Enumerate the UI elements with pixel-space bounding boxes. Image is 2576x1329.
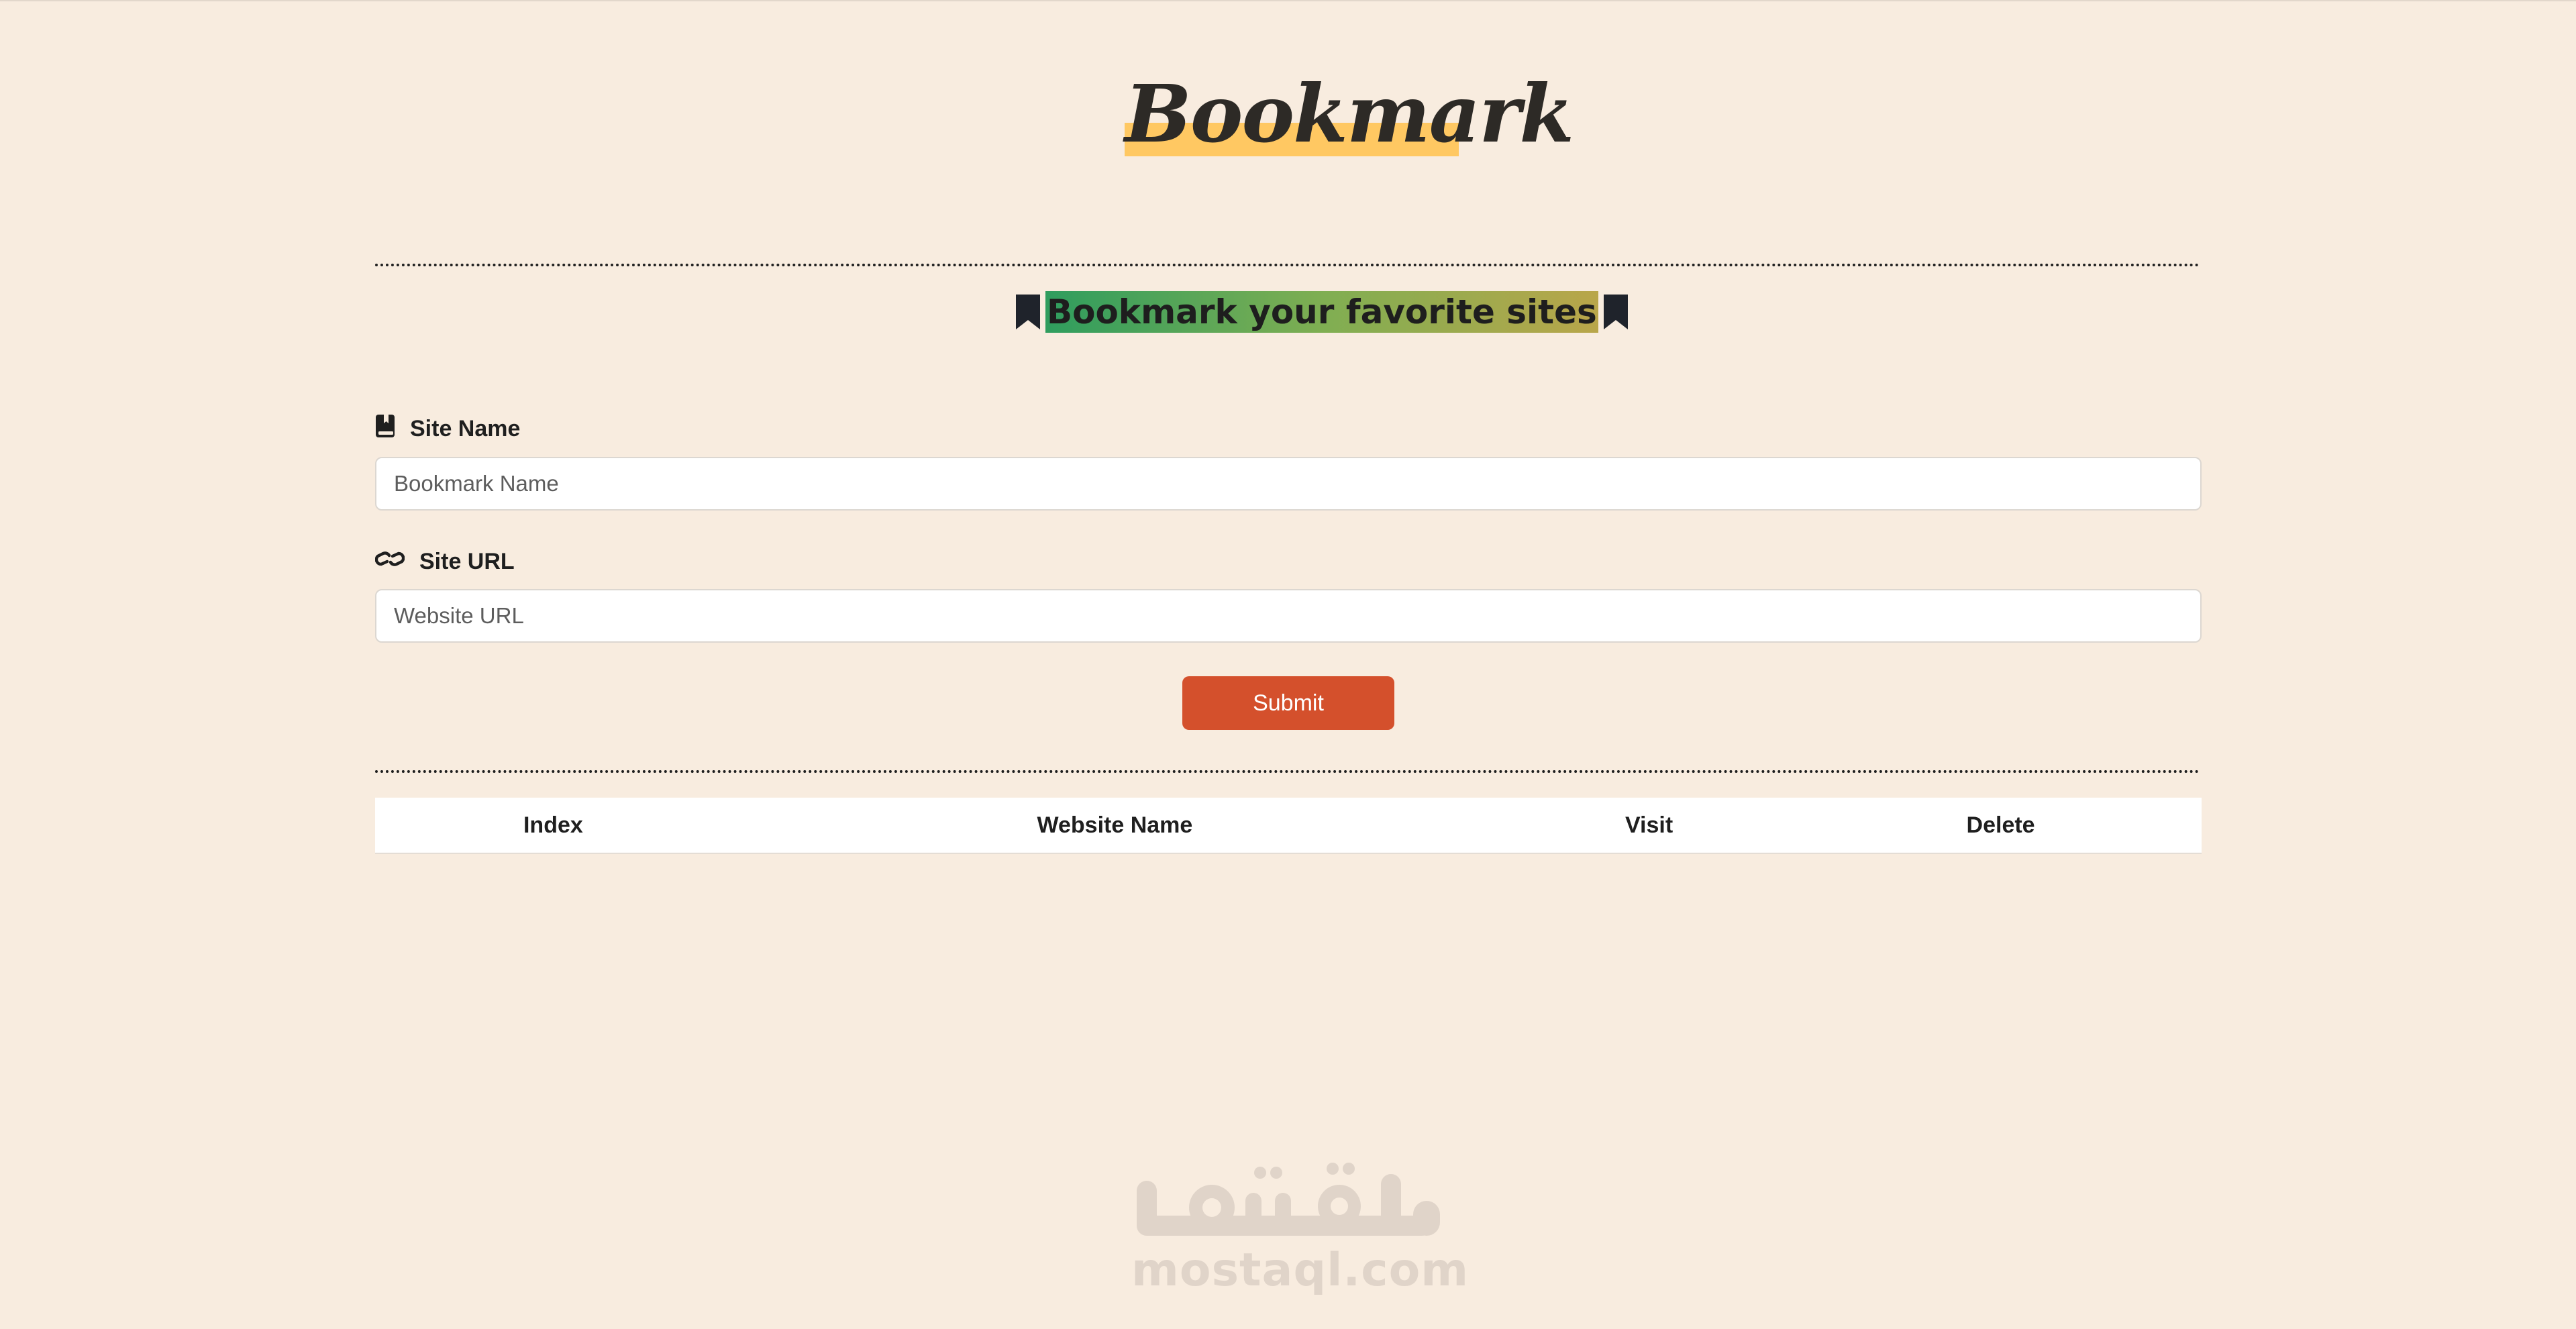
submit-button[interactable]: Submit [1182,676,1394,730]
bookmark-icon [1015,293,1041,331]
site-name-label: Site Name [375,414,520,443]
bottom-divider [375,770,2200,773]
site-name-label-text: Site Name [410,415,521,441]
site-name-input[interactable] [375,457,2202,511]
bookmarks-table: Index Website Name Visit Delete [375,798,2202,854]
table-header-row: Index Website Name Visit Delete [375,798,2202,853]
watermark-latin-text: mostaql.com [1131,1244,1470,1297]
column-header-visit: Visit [1625,812,1673,838]
bookmark-icon [1602,293,1629,331]
column-header-delete: Delete [1966,812,2035,838]
top-border [0,0,2576,1]
site-url-input[interactable] [375,589,2202,643]
mostaql-watermark: mostaql.com [1131,1154,1470,1301]
site-url-label: Site URL [374,547,515,577]
column-header-index: Index [523,812,583,838]
subtitle: Bookmark your favorite sites [1015,288,1629,335]
book-bookmark-icon [375,414,395,444]
site-url-label-text: Site URL [419,548,515,574]
subtitle-text: Bookmark your favorite sites [1045,291,1598,333]
watermark-arabic-logo [1137,1163,1440,1236]
logo-text: Bookmark [1125,67,1574,160]
logo: Bookmark [1125,67,1574,160]
top-divider [375,264,2200,266]
link-icon [374,547,405,577]
column-header-website-name: Website Name [1037,812,1193,838]
